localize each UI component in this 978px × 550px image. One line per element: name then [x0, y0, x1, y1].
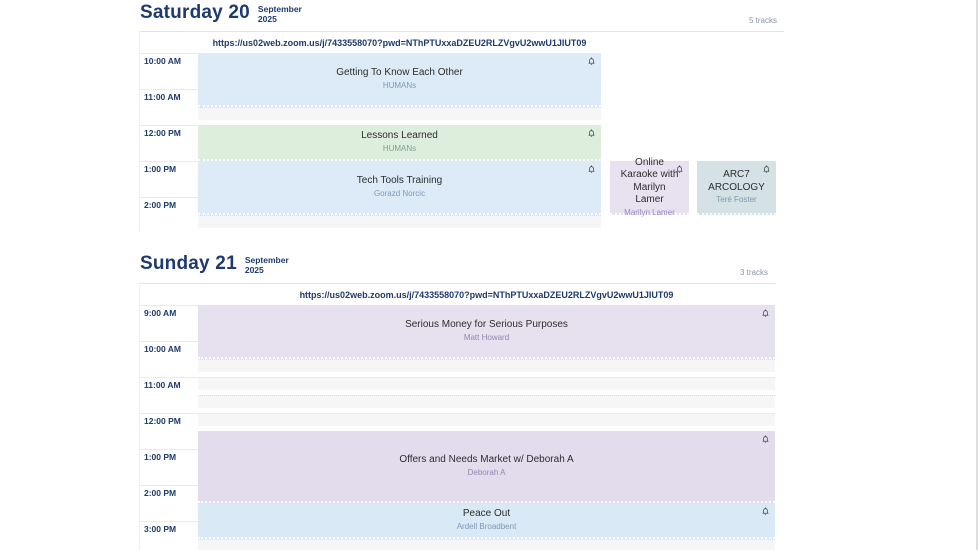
schedule-grid: https://us02web.zoom.us/j/7433558070?pwd… [139, 283, 775, 550]
event-title: Offers and Needs Market w/ Deborah A [399, 454, 573, 467]
time-label: 2:00 PM [144, 488, 176, 498]
event-speaker: Marilyn Lamer [624, 207, 675, 218]
bell-icon[interactable] [761, 506, 770, 516]
schedule-page: Saturday 20 September 2025 5 tracks http… [0, 0, 978, 550]
schedule-grid: https://us02web.zoom.us/j/7433558070?pwd… [139, 31, 784, 231]
event-title: ARC7 ARCOLOGY [705, 169, 768, 194]
event-title: Online Karaoke with Marilyn Lamer [618, 157, 681, 207]
bell-icon[interactable] [587, 56, 596, 66]
day-month: September [245, 255, 289, 265]
event-card[interactable]: Serious Money for Serious PurposesMatt H… [198, 305, 775, 359]
time-label: 10:00 AM [144, 56, 181, 66]
time-label: 1:00 PM [144, 452, 176, 462]
tracks-count-label: 3 tracks [139, 268, 768, 277]
hour-line [140, 377, 775, 378]
event-title: Getting To Know Each Other [336, 67, 463, 80]
half-hour-line [198, 395, 775, 396]
event-speaker: Deborah A [468, 467, 506, 478]
event-speaker: Teré Foster [716, 194, 756, 205]
half-hour-line [198, 107, 601, 108]
time-label: 1:00 PM [144, 164, 176, 174]
hour-line [140, 413, 775, 414]
time-label: 3:00 PM [144, 524, 176, 534]
event-speaker: Ardell Broadbent [457, 521, 517, 532]
time-label: 10:00 AM [144, 344, 181, 354]
bell-icon[interactable] [675, 164, 684, 174]
event-speaker: Matt Howard [464, 332, 509, 343]
half-hour-line [198, 539, 775, 540]
time-label: 12:00 PM [144, 128, 181, 138]
event-title: Serious Money for Serious Purposes [405, 319, 568, 332]
bell-icon[interactable] [587, 128, 596, 138]
time-label: 9:00 AM [144, 308, 176, 318]
event-card[interactable]: ARC7 ARCOLOGYTeré Foster [697, 161, 776, 215]
half-hour-line [198, 215, 601, 216]
event-card[interactable]: Peace OutArdell Broadbent [198, 503, 775, 539]
event-card[interactable]: Offers and Needs Market w/ Deborah ADebo… [198, 431, 775, 503]
zoom-link[interactable]: https://us02web.zoom.us/j/7433558070?pwd… [198, 32, 601, 53]
time-label: 2:00 PM [144, 200, 176, 210]
bell-icon[interactable] [761, 308, 770, 318]
event-title: Peace Out [463, 508, 510, 521]
day-month: September [258, 4, 302, 14]
bell-icon[interactable] [761, 434, 770, 444]
event-speaker: HUMANs [383, 143, 416, 154]
time-label: 12:00 PM [144, 416, 181, 426]
time-label: 11:00 AM [144, 380, 181, 390]
tracks-count-label: 5 tracks [139, 16, 777, 25]
event-card[interactable]: Online Karaoke with Marilyn LamerMarilyn… [610, 161, 689, 215]
event-speaker: HUMANs [383, 80, 416, 91]
zoom-link[interactable]: https://us02web.zoom.us/j/7433558070?pwd… [198, 284, 775, 305]
event-card[interactable]: Getting To Know Each OtherHUMANs [198, 53, 601, 107]
event-title: Tech Tools Training [357, 175, 442, 188]
event-title: Lessons Learned [361, 130, 438, 143]
event-speaker: Gorazd Norcic [374, 188, 425, 199]
bell-icon[interactable] [587, 164, 596, 174]
event-card[interactable]: Lessons LearnedHUMANs [198, 125, 601, 161]
bell-icon[interactable] [762, 164, 771, 174]
time-label: 11:00 AM [144, 92, 181, 102]
event-card[interactable]: Tech Tools TrainingGorazd Norcic [198, 161, 601, 215]
half-hour-line [198, 359, 775, 360]
